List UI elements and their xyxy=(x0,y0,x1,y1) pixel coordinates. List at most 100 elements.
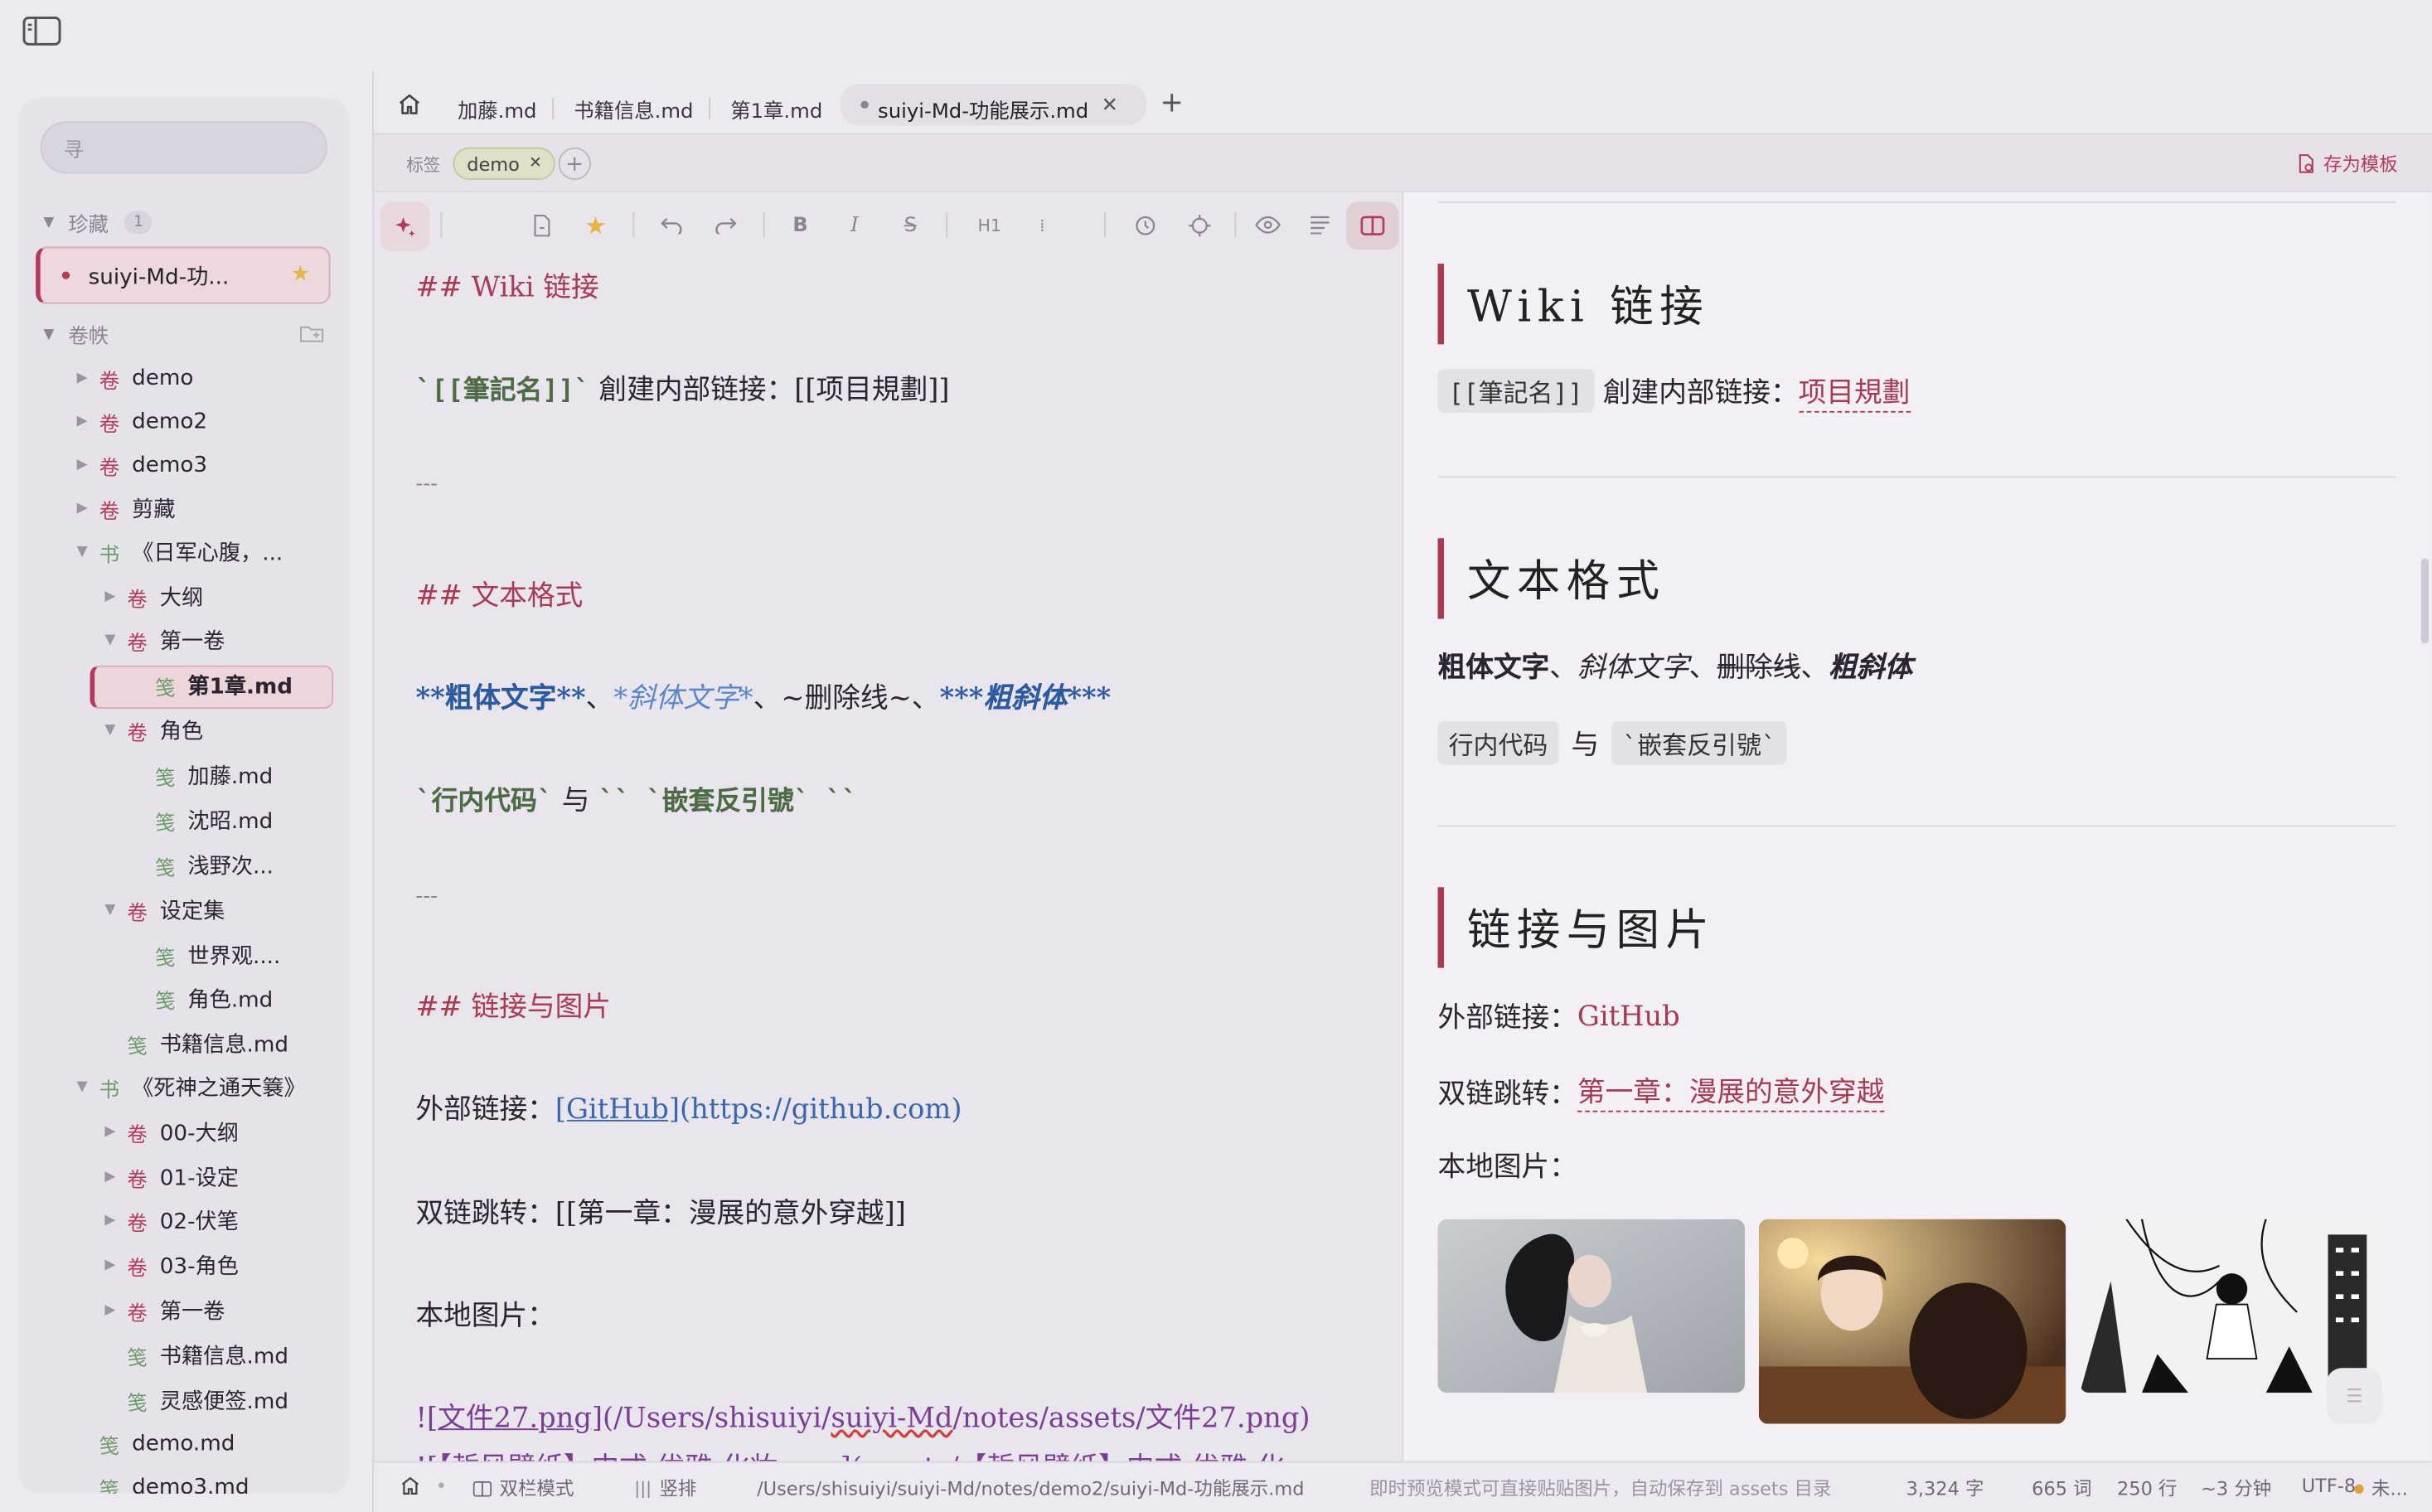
tree-item-label: 书籍信息.md xyxy=(159,1345,289,1370)
chevron-right-icon[interactable]: ▶ xyxy=(99,1125,121,1141)
preview-scrollbar[interactable] xyxy=(2420,558,2430,644)
tree-item[interactable]: ▶ 卷大纲 xyxy=(99,577,203,618)
locate-icon[interactable] xyxy=(1184,210,1214,240)
chevron-down-icon[interactable]: ▼ xyxy=(99,903,121,918)
chevron-down-icon[interactable]: ▼ xyxy=(99,632,121,648)
tab-book-info[interactable]: 书籍信息.md xyxy=(574,89,693,129)
preview-eye-icon[interactable] xyxy=(1252,210,1282,240)
tree-item[interactable]: 笺世界观.... xyxy=(127,935,280,976)
tree-item-label: 设定集 xyxy=(159,899,225,925)
tree-item[interactable]: ▼ 卷角色 xyxy=(99,710,203,751)
tree-item[interactable]: 笺沈昭.md xyxy=(127,800,273,841)
file-export-icon[interactable] xyxy=(526,210,556,240)
chevron-right-icon[interactable]: ▶ xyxy=(71,371,93,386)
tree-item[interactable]: 笺第1章.md xyxy=(127,666,293,706)
chevron-down-icon[interactable]: ▼ xyxy=(71,1079,93,1095)
redo-icon[interactable] xyxy=(709,210,739,240)
tab-active-label[interactable]: suiyi-Md-功能展示.md xyxy=(878,89,1088,129)
chevron-right-icon[interactable]: ▶ xyxy=(99,1258,121,1273)
tree-item[interactable]: ▶ 卷第一卷 xyxy=(99,1291,225,1331)
tree-item[interactable]: 笺书籍信息.md xyxy=(99,1024,288,1064)
note-icon: 笺 xyxy=(155,856,176,880)
preview-image-2[interactable] xyxy=(1758,1219,2066,1424)
chevron-down-icon[interactable]: ▼ xyxy=(71,545,93,560)
tree-item[interactable]: 笺加藤.md xyxy=(127,755,273,796)
favorite-star-icon[interactable]: ★ xyxy=(580,210,611,240)
chevron-down-icon[interactable]: ▼ xyxy=(99,723,121,739)
chevron-right-icon[interactable]: ▶ xyxy=(99,1303,121,1319)
md-link-text[interactable]: [GitHub] xyxy=(555,1093,680,1126)
tree-item[interactable]: ▶ 卷 03-角色 xyxy=(99,1245,239,1286)
favorite-item[interactable]: suiyi-Md-功... ★ xyxy=(36,246,331,304)
tree-item[interactable]: 笺灵感便签.md xyxy=(99,1380,288,1421)
tree-item[interactable]: ▶ 卷 demo3 xyxy=(71,445,207,486)
sidebar-toggle-icon[interactable] xyxy=(22,16,62,46)
tree-item[interactable]: 笺书籍信息.md xyxy=(99,1335,288,1376)
tree-item[interactable]: 笺浅野次... xyxy=(127,846,274,886)
close-icon[interactable]: ✕ xyxy=(1101,90,1117,121)
preview-wikilink[interactable]: 第一章：漫展的意外穿越 xyxy=(1577,1070,1885,1112)
search-input[interactable]: 寻 xyxy=(40,120,327,174)
strikethrough-icon[interactable]: S xyxy=(895,210,926,240)
tree-item[interactable]: 笺 demo.md xyxy=(71,1424,235,1465)
tree-item[interactable]: ▼ 卷设定集 xyxy=(99,890,225,931)
preview-image-1[interactable] xyxy=(1437,1219,1745,1393)
tree-item[interactable]: ▶ 卷剪藏 xyxy=(71,488,176,529)
md-image-alt: 文件27.png xyxy=(438,1402,592,1435)
history-icon[interactable] xyxy=(1129,210,1160,240)
chevron-right-icon[interactable]: ▶ xyxy=(71,501,93,516)
md-text: 、~删除线~、 xyxy=(753,682,940,715)
heading-h1-button[interactable]: H1 xyxy=(971,210,1008,240)
more-format-icon[interactable]: ⁞ xyxy=(1027,210,1058,240)
md-text: ](/Users/shisuiyi/ xyxy=(591,1402,831,1435)
chevron-right-icon[interactable]: ▶ xyxy=(99,589,121,605)
undo-icon[interactable] xyxy=(656,210,686,240)
markdown-editor[interactable]: ★ B I S H1 ⁞ ## Wiki 链接 `[[筆記名]]` 創建内部链接… xyxy=(373,192,1403,1461)
tag-remove-icon[interactable]: ✕ xyxy=(529,155,542,172)
chevron-right-icon[interactable]: ▶ xyxy=(99,1170,121,1185)
save-template-button[interactable]: 存为模板 xyxy=(2297,150,2398,177)
outline-icon[interactable] xyxy=(1305,210,1335,240)
volumes-section-header[interactable]: ▼ 卷帙 xyxy=(43,319,109,349)
float-action-button[interactable]: ☰ xyxy=(2326,1368,2383,1424)
tab-chapter-1[interactable]: 第1章.md xyxy=(730,89,822,129)
tree-item[interactable]: ▶ 卷 demo xyxy=(71,358,194,399)
home-icon[interactable] xyxy=(397,91,422,116)
home-status-icon[interactable] xyxy=(400,1475,420,1495)
tree-item[interactable]: ▶ 卷 01-设定 xyxy=(99,1157,239,1198)
preview-para-wikilink: 双链跳转： 第一章：漫展的意外穿越 xyxy=(1438,1070,1885,1112)
italic-icon[interactable]: I xyxy=(839,210,870,240)
note-icon: 笺 xyxy=(127,1035,148,1059)
tree-item[interactable]: ▶ 卷 demo2 xyxy=(71,402,207,443)
tree-item[interactable]: ▼ 卷第一卷 xyxy=(99,620,225,661)
volume-icon: 卷 xyxy=(127,1301,148,1325)
add-tag-icon[interactable]: + xyxy=(558,147,591,181)
unsaved-dot-icon xyxy=(61,271,70,279)
new-folder-icon[interactable] xyxy=(299,324,324,342)
tree-item[interactable]: ▶ 卷 02-伏笔 xyxy=(99,1200,239,1241)
preview-link-github[interactable]: GitHub xyxy=(1577,1000,1680,1032)
tree-item[interactable]: ▶ 卷 00-大纲 xyxy=(99,1112,239,1153)
tab-jiateng[interactable]: 加藤.md xyxy=(458,89,537,129)
star-icon[interactable]: ★ xyxy=(291,262,311,287)
tag-chip[interactable]: demo ✕ xyxy=(453,147,556,181)
chevron-right-icon[interactable]: ▶ xyxy=(71,458,93,473)
tree-item[interactable]: 笺角色.md xyxy=(127,979,273,1020)
ai-sparkle-button[interactable] xyxy=(380,201,430,252)
chevron-down-icon: ▼ xyxy=(43,326,55,342)
preview-wikilink[interactable]: 项目規劃 xyxy=(1798,370,1911,412)
tree-item[interactable]: ▼ 书《日军心腹，... xyxy=(71,532,283,573)
tree-item[interactable]: 笺 demo3.md xyxy=(71,1467,249,1493)
tree-item[interactable]: ▼ 书《死神之通天簔》 xyxy=(71,1067,306,1107)
add-tab-icon[interactable]: + xyxy=(1160,87,1184,119)
split-view-button[interactable] xyxy=(1346,201,1399,250)
bold-icon[interactable]: B xyxy=(785,210,816,240)
encoding[interactable]: UTF-8 xyxy=(2302,1475,2356,1496)
chevron-right-icon[interactable]: ▶ xyxy=(71,414,93,430)
toolbar-separator xyxy=(440,212,443,238)
favorites-section-header[interactable]: ▼ 珍藏 1 xyxy=(43,208,153,237)
split-mode-button[interactable]: 双栏模式 xyxy=(472,1475,574,1501)
chevron-right-icon[interactable]: ▶ xyxy=(99,1213,121,1228)
vertical-mode-button[interactable]: ||| 竖排 xyxy=(634,1475,696,1501)
preview-image-3[interactable] xyxy=(2080,1219,2389,1393)
